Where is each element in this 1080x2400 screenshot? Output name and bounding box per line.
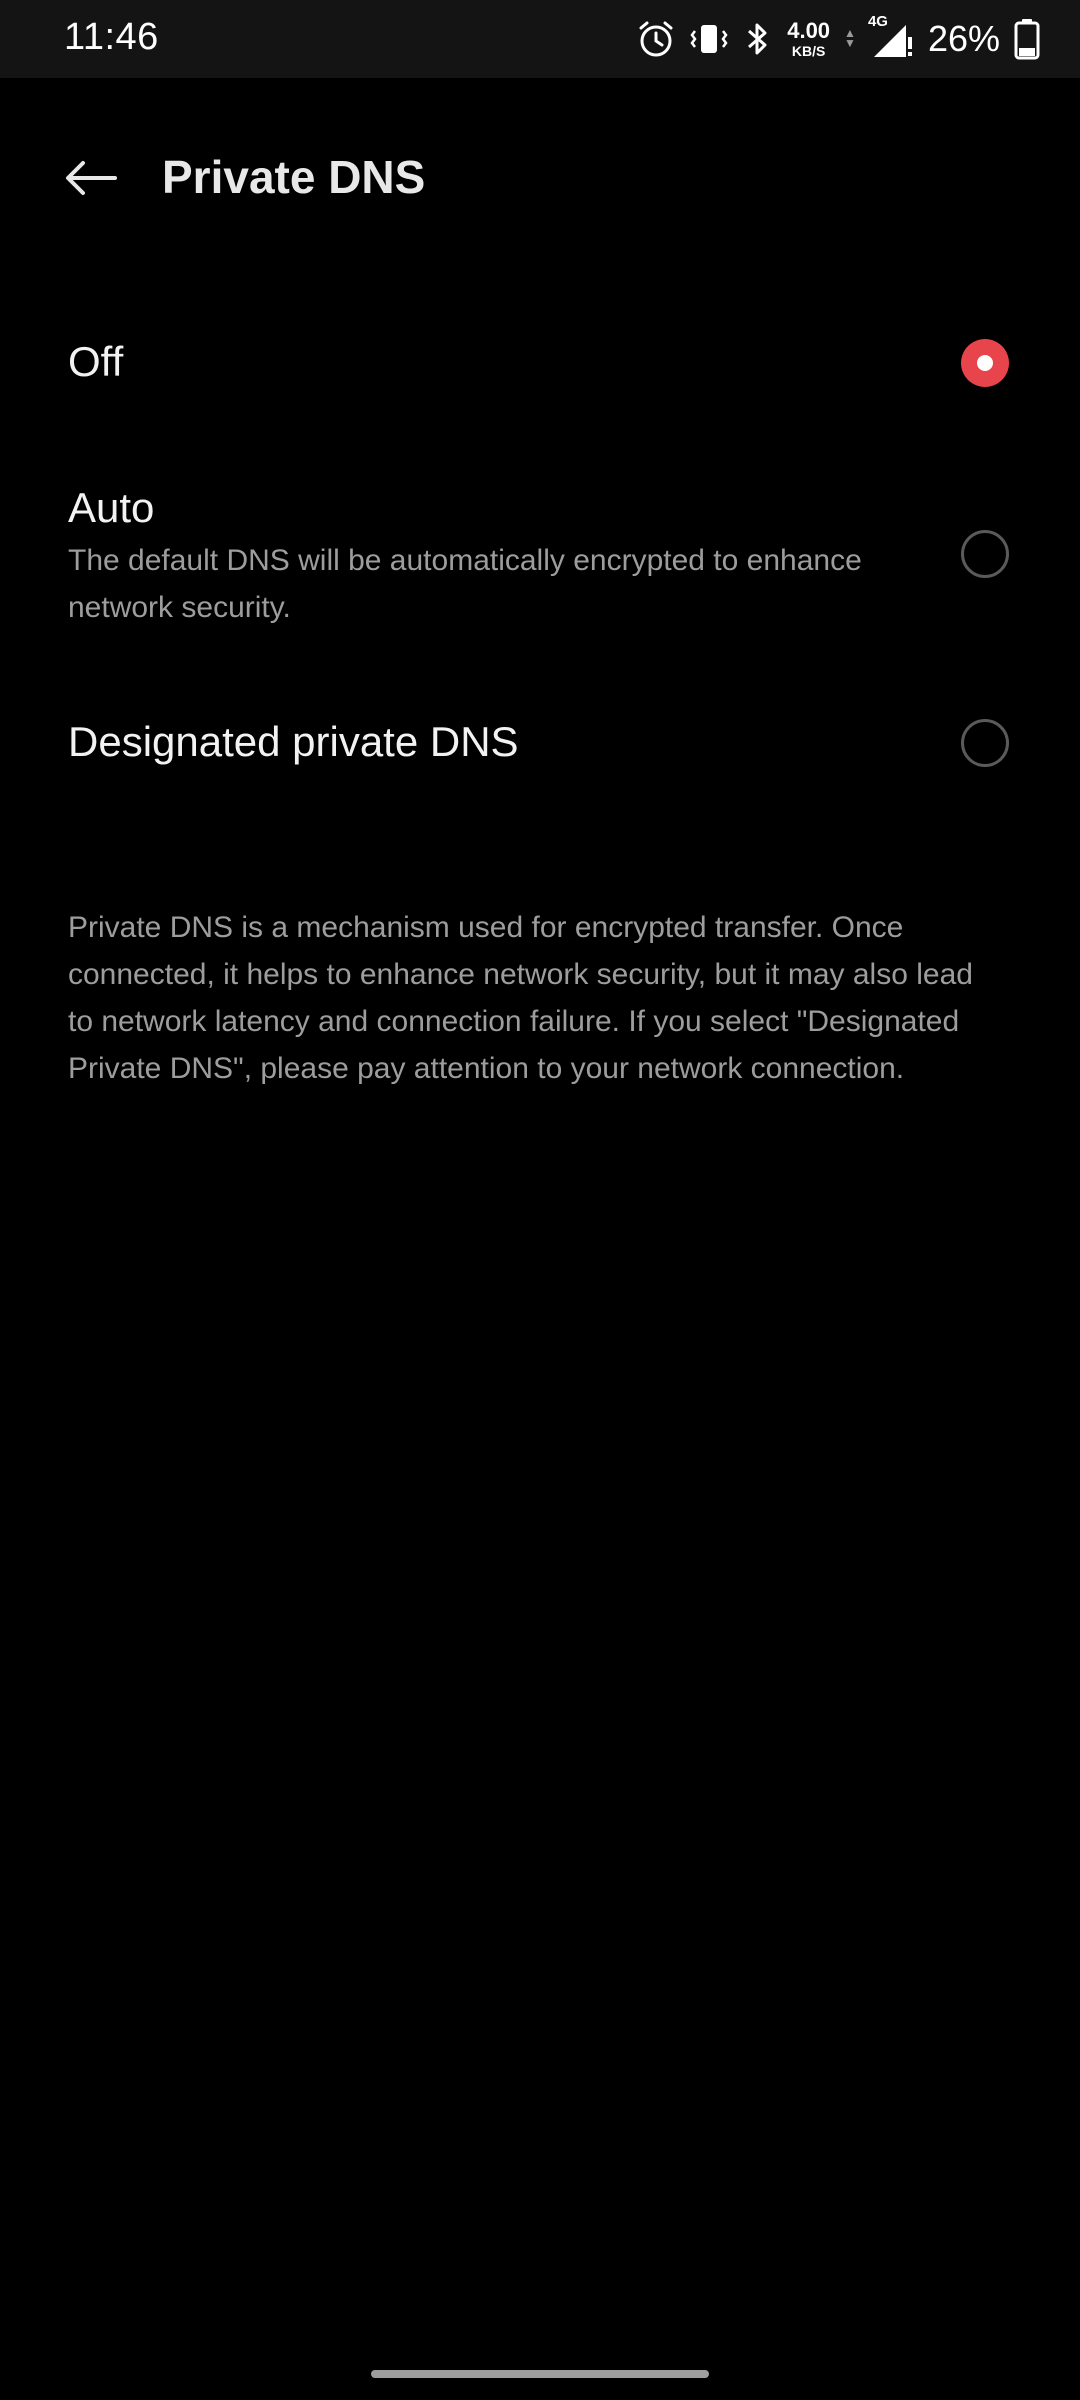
data-arrows-icon: ▲ ▼ — [844, 26, 856, 50]
option-off-title: Off — [68, 338, 124, 385]
option-off[interactable]: Off — [0, 300, 1080, 430]
app-header: Private DNS — [0, 78, 1080, 278]
status-time: 11:46 — [64, 16, 159, 58]
option-auto[interactable]: Auto The default DNS will be automatical… — [0, 460, 1080, 640]
network-type: 4G — [867, 13, 888, 30]
vibrate-icon — [689, 19, 729, 59]
net-speed-unit: KB/S — [791, 43, 826, 59]
battery-percent: 26% — [927, 18, 1000, 59]
home-indicator[interactable] — [371, 2370, 709, 2378]
option-designated-radio[interactable] — [961, 719, 1009, 767]
option-off-radio[interactable] — [961, 339, 1009, 387]
option-auto-description: The default DNS will be automatically en… — [68, 544, 862, 624]
arrow-left-icon — [66, 161, 117, 195]
battery-icon — [1014, 18, 1040, 60]
status-bar: 11:46 4.00 KB/S ▲ ▼ 4G 26% — [0, 0, 1080, 78]
option-designated-title: Designated private DNS — [68, 718, 519, 765]
page-title: Private DNS — [162, 151, 426, 203]
radio-selected-dot — [977, 355, 993, 371]
info-text: Private DNS is a mechanism used for encr… — [68, 911, 973, 1085]
signal-icon: 4G — [868, 13, 914, 59]
option-auto-title: Auto — [68, 484, 155, 531]
back-button[interactable] — [56, 148, 126, 208]
bluetooth-icon — [743, 19, 773, 59]
net-speed-value: 4.00 — [787, 18, 831, 43]
option-designated[interactable]: Designated private DNS — [0, 680, 1080, 810]
option-auto-radio[interactable] — [961, 530, 1009, 578]
alarm-icon — [637, 19, 675, 59]
net-speed: 4.00 KB/S — [787, 18, 831, 59]
status-icons: 4.00 KB/S ▲ ▼ 4G 26% — [637, 13, 1040, 64]
